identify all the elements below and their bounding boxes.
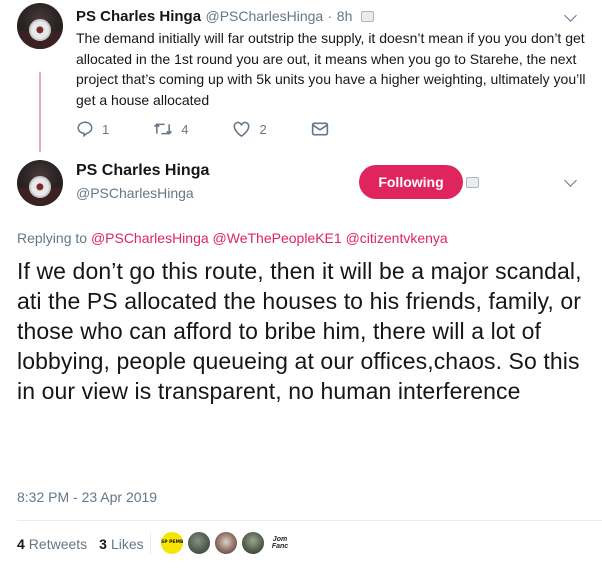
stats-separator <box>150 532 151 554</box>
main-author-handle[interactable]: @PSCharlesHinga <box>76 185 194 201</box>
reply-tweet-chevron-down-icon[interactable] <box>564 9 577 22</box>
retweets-label: Retweets <box>28 536 88 552</box>
tweet-timestamp[interactable]: 8:32 PM - 23 Apr 2019 <box>17 489 157 505</box>
likes-stat[interactable]: 3 Likes <box>99 536 143 552</box>
retweets-count: 4 <box>17 536 25 552</box>
main-tweet-text: If we don’t go this route, then it will … <box>17 258 582 404</box>
liker-avatar-2[interactable] <box>214 531 238 555</box>
envelope-icon <box>311 122 328 136</box>
reply-action-button[interactable]: 1 <box>76 120 109 138</box>
retweet-icon <box>154 123 173 135</box>
reply-icon <box>77 121 93 138</box>
media-badge-icon <box>360 11 374 23</box>
like-action-button[interactable]: 2 <box>232 120 267 138</box>
liker-caption: SP PEMBE <box>161 540 184 545</box>
mention-link[interactable]: @PSCharlesHinga <box>91 230 209 246</box>
retweet-count: 4 <box>181 121 189 137</box>
replying-to-line: Replying to @PSCharlesHinga @WeThePeople… <box>17 230 448 246</box>
heart-icon <box>234 121 250 138</box>
likes-count: 3 <box>99 536 107 552</box>
mention-link[interactable]: @citizentvkenya <box>346 230 448 246</box>
tweet-stats: 4 Retweets 3 Likes <box>17 536 156 552</box>
avatar-seal-icon <box>29 175 51 198</box>
following-button[interactable]: Following <box>359 165 463 199</box>
main-author-avatar[interactable] <box>17 160 63 206</box>
reply-count: 1 <box>102 121 110 137</box>
main-author-name[interactable]: PS Charles Hinga <box>76 162 209 180</box>
avatar-seal-icon <box>29 18 51 41</box>
liker-avatar-3[interactable] <box>241 531 265 555</box>
likes-label: Likes <box>110 536 144 552</box>
likers-list: SP PEMBE Jom Fanc <box>160 531 295 555</box>
liker-caption: Jom Fanc <box>271 536 289 550</box>
header-separator: · <box>327 8 333 24</box>
retweet-action-button[interactable]: 4 <box>153 120 188 138</box>
reply-tweet-actions: 1 4 2 <box>76 118 381 140</box>
like-count: 2 <box>259 121 267 137</box>
liker-avatar-yellow[interactable]: SP PEMBE <box>160 531 184 555</box>
reply-author-handle[interactable]: @PSCharlesHinga <box>206 8 324 24</box>
reply-tweet-text: The demand initially will far outstrip t… <box>76 30 586 108</box>
main-tweet-chevron-down-icon[interactable] <box>564 174 577 187</box>
reply-author-avatar[interactable] <box>17 3 63 49</box>
replying-to-label: Replying to <box>17 230 88 246</box>
liker-avatar-1[interactable] <box>187 531 211 555</box>
thread-line <box>39 72 41 152</box>
reply-tweet-header: PS Charles Hinga @PSCharlesHinga · 8h <box>76 8 374 26</box>
retweets-stat[interactable]: 4 Retweets <box>17 536 87 552</box>
mention-link[interactable]: @WeThePeopleKE1 <box>213 230 342 246</box>
media-badge-icon <box>466 177 479 188</box>
liker-avatar-text[interactable]: Jom Fanc <box>268 531 292 555</box>
direct-message-button[interactable] <box>311 121 337 137</box>
reply-author-name[interactable]: PS Charles Hinga <box>76 8 201 25</box>
divider <box>17 520 602 521</box>
reply-tweet-time[interactable]: 8h <box>337 8 353 24</box>
